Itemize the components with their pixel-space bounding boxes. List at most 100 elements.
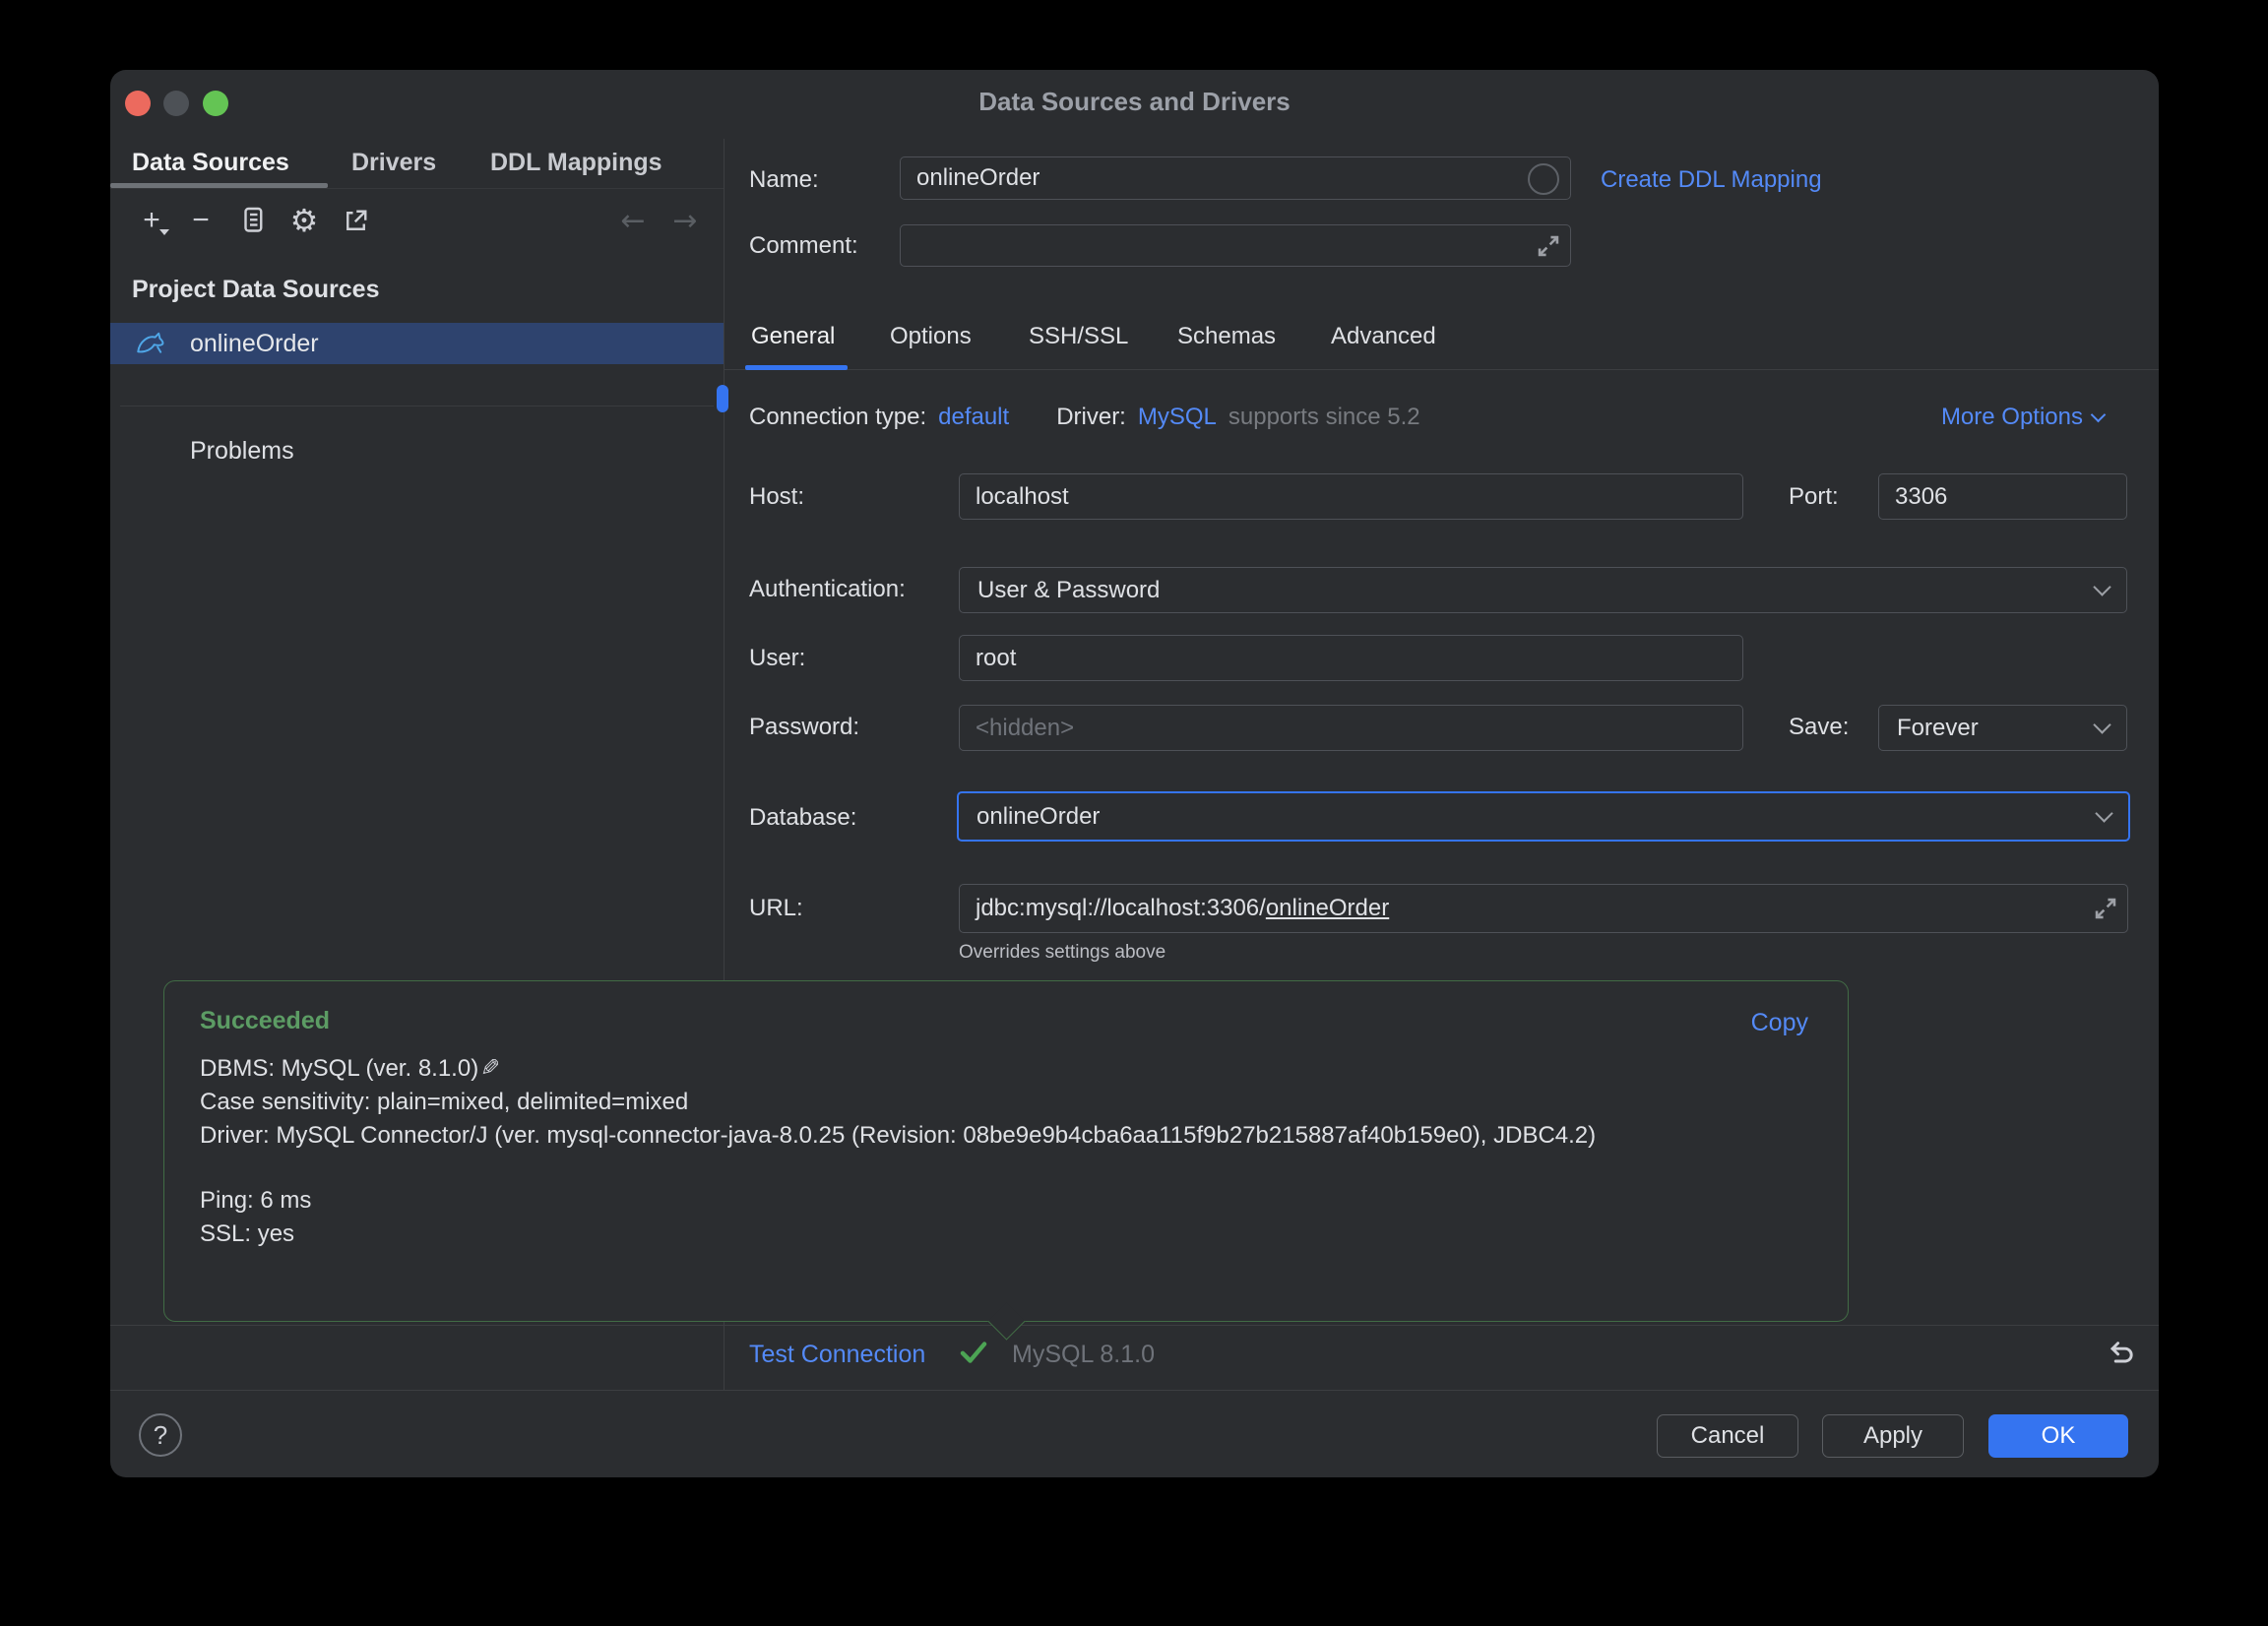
duplicate-icon — [244, 207, 263, 232]
chevron-down-icon — [2095, 804, 2113, 823]
host-field-wrap — [959, 473, 1743, 520]
window-title: Data Sources and Drivers — [978, 87, 1291, 116]
tab-schemas[interactable]: Schemas — [1177, 316, 1276, 357]
tab-options[interactable]: Options — [890, 316, 972, 357]
export-data-source-button[interactable] — [337, 202, 374, 239]
driver-value[interactable]: MySQL — [1138, 404, 1217, 431]
result-status: Succeeded — [200, 1007, 331, 1034]
result-line-dbms: DBMS: MySQL (ver. 8.1.0)✎ — [200, 1051, 1812, 1086]
chevron-down-icon — [2090, 406, 2107, 423]
database-select[interactable]: onlineOrder — [957, 791, 2130, 842]
name-label: Name: — [749, 166, 819, 193]
expand-comment-button[interactable] — [1536, 233, 1561, 259]
driver-note: supports since 5.2 — [1228, 404, 1420, 430]
authentication-select[interactable]: User & Password — [959, 567, 2127, 613]
tab-data-sources[interactable]: Data Sources — [132, 141, 289, 184]
remove-data-source-button[interactable]: − — [182, 202, 220, 239]
driver-label: Driver: — [1056, 404, 1126, 430]
add-data-source-button[interactable]: + — [133, 202, 170, 239]
more-options-link[interactable]: More Options — [1940, 403, 2107, 432]
chevron-down-icon — [2093, 716, 2111, 734]
tab-ddl-mappings[interactable]: DDL Mappings — [490, 141, 662, 184]
arrow-left-icon: ← — [620, 203, 646, 238]
password-input[interactable] — [959, 705, 1743, 751]
data-source-item-onlineorder[interactable]: onlineOrder — [110, 323, 724, 364]
url-field-wrap: jdbc:mysql://localhost:3306/onlineOrder — [959, 884, 2128, 933]
active-tab-indicator — [110, 183, 328, 188]
user-label: User: — [749, 645, 806, 671]
export-icon — [346, 210, 366, 230]
name-field-wrap — [900, 156, 1571, 200]
url-prefix: jdbc:mysql://localhost:3306/ — [976, 895, 1266, 921]
test-connection-link[interactable]: Test Connection — [749, 1341, 925, 1369]
revert-button[interactable] — [2101, 1336, 2140, 1371]
back-button[interactable]: ← — [614, 202, 652, 239]
connection-type-label: Connection type: — [749, 404, 927, 430]
connection-type-value[interactable]: default — [938, 404, 1009, 431]
data-sources-dialog: Data Sources and Drivers Data Sources Dr… — [110, 70, 2159, 1477]
project-data-sources-header: Project Data Sources — [132, 276, 380, 303]
splitter-handle[interactable] — [717, 385, 728, 412]
active-form-tab-indicator — [745, 365, 848, 370]
comment-input[interactable] — [900, 224, 1571, 267]
help-icon: ? — [153, 1419, 168, 1450]
sidebar-item-problems[interactable]: Problems — [190, 436, 294, 466]
user-input[interactable] — [959, 635, 1743, 681]
ok-button[interactable]: OK — [1988, 1414, 2128, 1458]
port-field-wrap — [1878, 473, 2127, 520]
cancel-button[interactable]: Cancel — [1657, 1414, 1798, 1458]
tab-ssh-ssl[interactable]: SSH/SSL — [1029, 316, 1128, 357]
create-ddl-mapping-link[interactable]: Create DDL Mapping — [1601, 165, 1822, 195]
more-options-label: More Options — [1940, 404, 2083, 430]
authentication-label: Authentication: — [749, 576, 906, 602]
result-line-driver: Driver: MySQL Connector/J (ver. mysql-co… — [200, 1122, 1597, 1149]
arrow-right-icon: → — [672, 203, 698, 238]
password-field-wrap — [959, 705, 1743, 751]
data-source-item-label: onlineOrder — [190, 329, 319, 357]
help-button[interactable]: ? — [139, 1413, 182, 1457]
form-tabs-separator — [724, 369, 2159, 370]
expand-icon — [2095, 898, 2116, 919]
minus-icon: − — [192, 204, 210, 236]
result-line-ssl: SSL: yes — [200, 1220, 295, 1247]
forward-button[interactable]: → — [666, 202, 704, 239]
dropdown-triangle-icon — [159, 229, 169, 235]
chevron-down-icon — [2093, 578, 2111, 596]
connection-type-row: Connection type: default Driver: MySQL s… — [749, 403, 1420, 432]
tab-drivers[interactable]: Drivers — [351, 141, 436, 184]
url-label: URL: — [749, 895, 803, 921]
user-field-wrap — [959, 635, 1743, 681]
pencil-icon[interactable]: ✎ — [480, 1051, 500, 1085]
comment-field-wrap — [900, 224, 1571, 267]
undo-icon — [2110, 1342, 2133, 1363]
tab-general[interactable]: General — [751, 316, 835, 357]
duplicate-data-source-button[interactable] — [234, 202, 272, 239]
port-label: Port: — [1789, 483, 1839, 510]
host-input[interactable] — [959, 473, 1743, 520]
expand-url-button[interactable] — [2093, 896, 2118, 921]
name-progress-circle-icon — [1528, 163, 1559, 195]
data-source-settings-button[interactable]: ⚙ — [285, 202, 323, 239]
tab-advanced[interactable]: Advanced — [1331, 316, 1436, 357]
database-value: onlineOrder — [976, 802, 1101, 830]
expand-icon — [1538, 235, 1559, 256]
password-label: Password: — [749, 714, 860, 740]
mysql-dolphin-icon — [137, 332, 164, 353]
save-select[interactable]: Forever — [1878, 705, 2127, 751]
url-note: Overrides settings above — [959, 942, 1166, 963]
url-database-part[interactable]: onlineOrder — [1266, 895, 1389, 922]
database-label: Database: — [749, 804, 857, 831]
sidebar-tabs-separator — [110, 188, 724, 189]
status-row-separator — [110, 1325, 2159, 1326]
footer-separator — [110, 1390, 2159, 1391]
name-input[interactable] — [900, 156, 1571, 200]
save-label: Save: — [1789, 714, 1850, 740]
port-input[interactable] — [1878, 473, 2127, 520]
server-version: MySQL 8.1.0 — [1012, 1341, 1155, 1368]
apply-button[interactable]: Apply — [1822, 1414, 1964, 1458]
host-label: Host: — [749, 483, 805, 510]
result-line-ping: Ping: 6 ms — [200, 1187, 312, 1214]
copy-result-link[interactable]: Copy — [1751, 1009, 1808, 1037]
url-field[interactable]: jdbc:mysql://localhost:3306/onlineOrder — [959, 884, 2128, 933]
authentication-value: User & Password — [977, 576, 1161, 603]
